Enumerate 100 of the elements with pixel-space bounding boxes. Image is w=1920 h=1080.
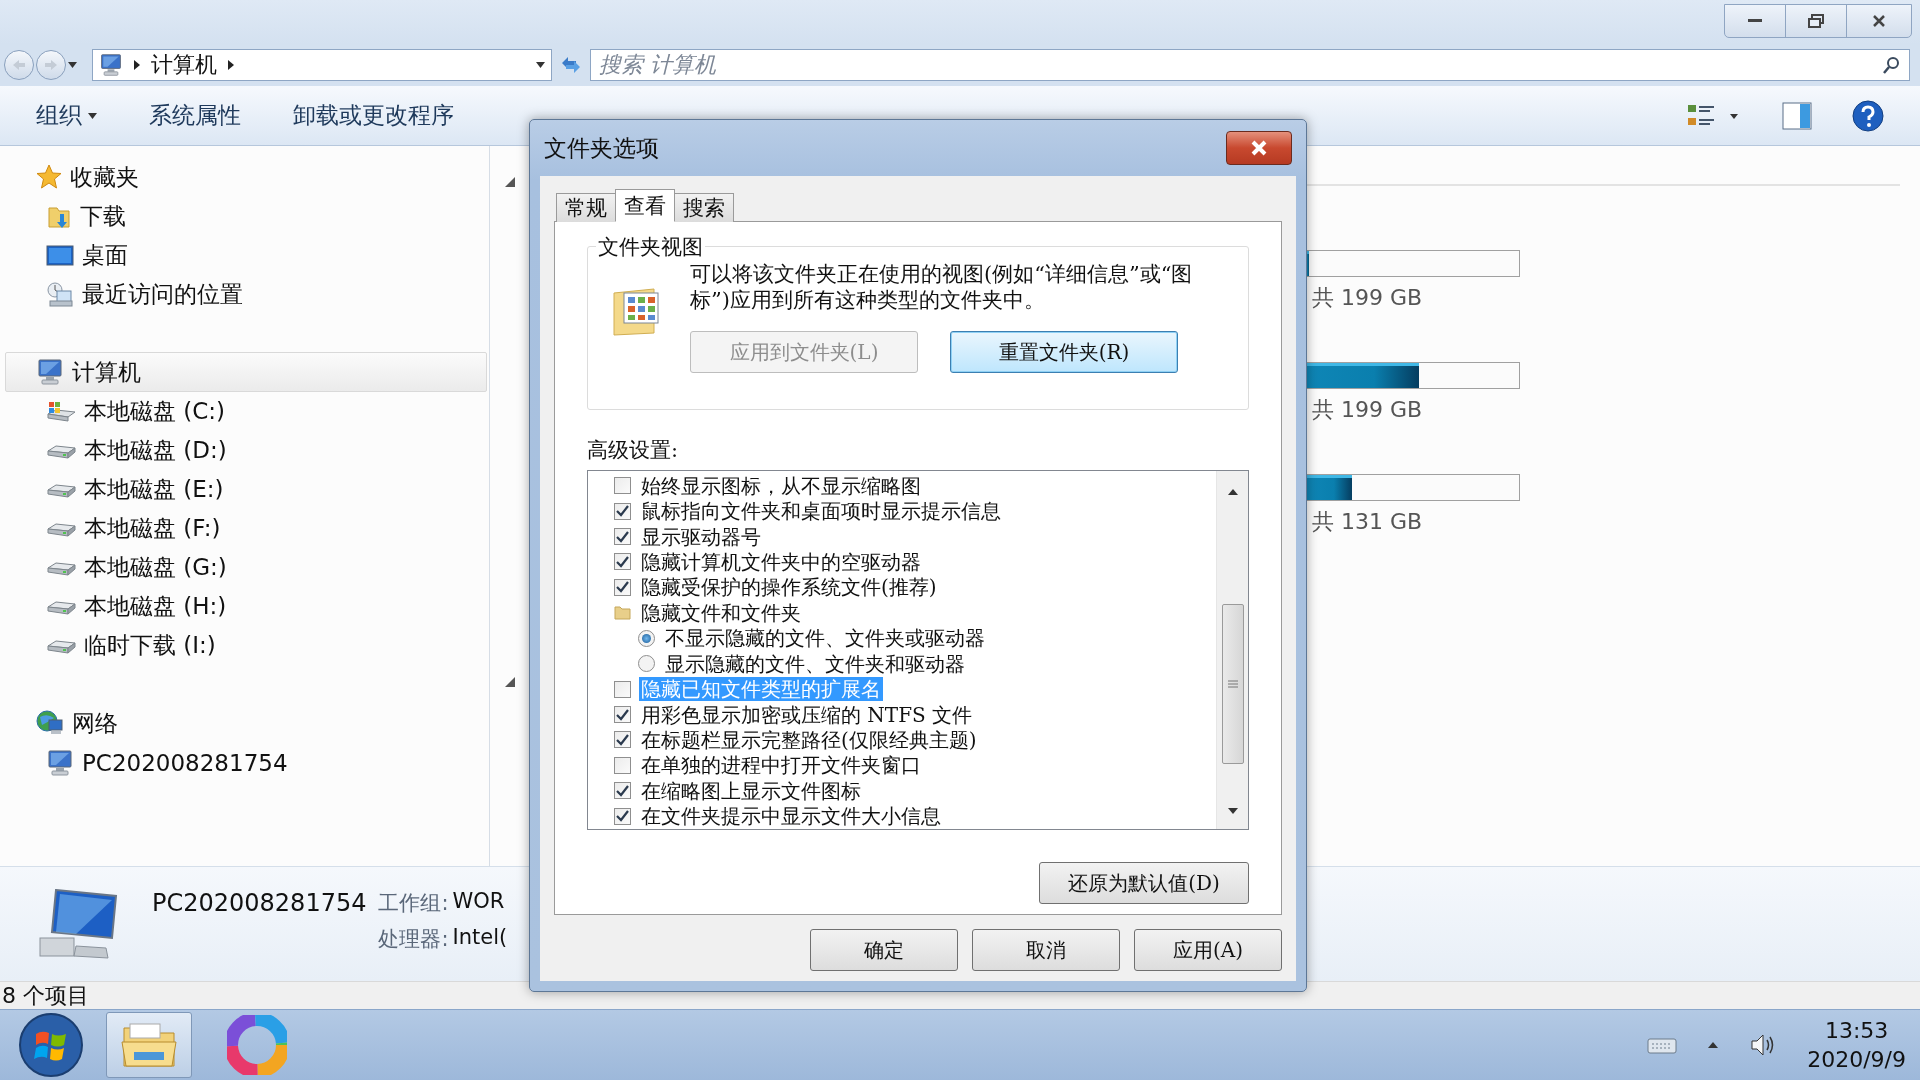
setting-label[interactable]: 隐藏文件和文件夹 — [639, 600, 803, 625]
toolbar-button[interactable]: 系统属性 — [149, 100, 241, 131]
setting-label[interactable]: 在标题栏显示完整路径(仅限经典主题) — [639, 727, 979, 752]
nav-item[interactable]: 计算机 — [5, 352, 487, 392]
refresh-icon[interactable] — [560, 55, 582, 75]
checkbox[interactable] — [614, 706, 631, 723]
nav-label: 网络 — [72, 708, 118, 738]
organize-menu[interactable]: 组织 — [36, 100, 97, 131]
setting-label[interactable]: 隐藏计算机文件夹中的空驱动器 — [639, 549, 923, 574]
checkbox[interactable] — [614, 553, 631, 571]
system-drive-icon — [46, 399, 76, 424]
tab[interactable]: 搜索 — [674, 193, 734, 222]
star-icon — [36, 164, 62, 190]
nav-label: PC202008281754 — [82, 749, 288, 776]
dialog-button[interactable]: 取消 — [972, 929, 1120, 971]
nav-item[interactable]: 网络 — [5, 703, 487, 743]
expander-icon[interactable] — [504, 176, 516, 188]
checkbox[interactable] — [614, 807, 631, 825]
setting-label[interactable]: 用彩色显示加密或压缩的 NTFS 文件 — [639, 702, 975, 727]
drive-size: 共 199 GB — [1311, 284, 1424, 312]
nav-item[interactable]: 本地磁盘 (H:) — [0, 587, 489, 626]
nav-label: 本地磁盘 (C:) — [84, 397, 226, 426]
up-arrow-icon[interactable] — [1226, 488, 1239, 496]
checkbox[interactable] — [614, 502, 631, 520]
nav-item[interactable]: 临时下载 (I:) — [0, 626, 489, 665]
help-icon[interactable] — [1852, 99, 1884, 132]
radio-button[interactable] — [638, 629, 655, 647]
nav-item[interactable]: 收藏夹 — [5, 157, 487, 197]
expander-icon[interactable] — [504, 676, 516, 688]
nav-item[interactable]: 下载 — [0, 197, 489, 236]
nav-label: 桌面 — [82, 241, 128, 270]
search-field[interactable]: 搜索 计算机 — [590, 49, 1910, 81]
down-arrow-icon[interactable] — [1226, 807, 1239, 815]
setting-label[interactable]: 始终显示图标，从不显示缩略图 — [639, 473, 923, 498]
restore-button[interactable] — [1785, 4, 1847, 38]
nav-item[interactable]: 本地磁盘 (F:) — [0, 509, 489, 548]
start-button[interactable] — [18, 1012, 84, 1078]
setting-label[interactable]: 在文件夹提示中显示文件大小信息 — [639, 804, 943, 829]
network-icon — [36, 709, 64, 737]
dialog-button[interactable]: 确定 — [810, 929, 958, 971]
nav-label: 本地磁盘 (E:) — [84, 475, 224, 504]
search-icon — [1883, 56, 1901, 74]
close-button[interactable] — [1226, 131, 1292, 165]
nav-label: 临时下载 (I:) — [84, 631, 216, 660]
close-button[interactable] — [1846, 4, 1912, 38]
setting-label[interactable]: 不显示隐藏的文件、文件夹或驱动器 — [663, 626, 987, 651]
nav-item[interactable]: 本地磁盘 (C:) — [0, 392, 489, 431]
clock[interactable]: 13:53 2020/9/9 — [1807, 1018, 1906, 1072]
restore-defaults-button[interactable]: 还原为默认值(D) — [1039, 862, 1249, 904]
caret-icon — [536, 62, 545, 68]
detail-value: Intel( — [452, 925, 508, 951]
checkbox[interactable] — [614, 731, 631, 749]
nav-label: 本地磁盘 (F:) — [84, 514, 221, 543]
nav-item[interactable]: 最近访问的位置 — [0, 275, 489, 314]
setting-label[interactable]: 在缩略图上显示文件图标 — [639, 778, 863, 803]
folder-view-button[interactable]: 重置文件夹(R) — [950, 331, 1178, 373]
checkbox[interactable] — [614, 528, 631, 546]
caret-icon — [68, 62, 77, 68]
setting-label[interactable]: 鼠标指向文件夹和桌面项时显示提示信息 — [639, 499, 1003, 524]
colorful-ring-icon — [227, 1015, 287, 1075]
checkbox[interactable] — [614, 578, 631, 596]
folder-icon — [614, 604, 631, 622]
show-hidden-icons[interactable] — [1707, 1041, 1720, 1049]
computer-name: PC202008281754 — [152, 889, 367, 917]
checkbox[interactable] — [614, 477, 631, 495]
dialog-button[interactable]: 应用(A) — [1134, 929, 1282, 971]
drive-size: 共 131 GB — [1311, 508, 1424, 536]
detail-label: 工作组: — [378, 890, 449, 917]
toolbar-button[interactable]: 卸载或更改程序 — [293, 100, 454, 131]
nav-item[interactable]: PC202008281754 — [0, 743, 489, 782]
nav-item[interactable]: 本地磁盘 (G:) — [0, 548, 489, 587]
preview-pane-icon[interactable] — [1782, 101, 1812, 130]
clock-date: 2020/9/9 — [1807, 1047, 1906, 1072]
tab[interactable]: 常规 — [556, 193, 616, 222]
radio-button[interactable] — [638, 655, 655, 673]
setting-label[interactable]: 隐藏受保护的操作系统文件(推荐) — [639, 575, 939, 600]
setting-label[interactable]: 显示隐藏的文件、文件夹和驱动器 — [663, 651, 967, 676]
nav-label: 本地磁盘 (H:) — [84, 592, 227, 621]
caret-icon — [88, 112, 97, 119]
address-bar[interactable]: 计算机 — [92, 49, 552, 81]
item-count: 8 个项目 — [2, 981, 89, 1010]
checkbox[interactable] — [614, 756, 631, 774]
chevron-icon — [227, 59, 235, 71]
checkbox[interactable] — [614, 680, 631, 698]
restore-icon — [1808, 14, 1824, 28]
tab[interactable]: 查看 — [615, 189, 675, 222]
scroll-thumb[interactable] — [1221, 604, 1244, 764]
nav-item[interactable]: 桌面 — [0, 236, 489, 275]
back-arrow-icon — [12, 59, 26, 71]
setting-label[interactable]: 显示驱动器号 — [639, 524, 763, 549]
clock-time: 13:53 — [1824, 1018, 1889, 1043]
breadcrumb[interactable]: 计算机 — [151, 50, 217, 80]
chevron-icon — [133, 59, 141, 71]
nav-item[interactable]: 本地磁盘 (E:) — [0, 470, 489, 509]
nav-label: 最近访问的位置 — [82, 280, 243, 309]
taskbar-app[interactable] — [106, 1012, 192, 1078]
setting-label[interactable]: 在单独的进程中打开文件夹窗口 — [639, 753, 923, 778]
scrollbar[interactable] — [1216, 471, 1248, 829]
checkbox[interactable] — [614, 782, 631, 800]
nav-item[interactable]: 本地磁盘 (D:) — [0, 431, 489, 470]
